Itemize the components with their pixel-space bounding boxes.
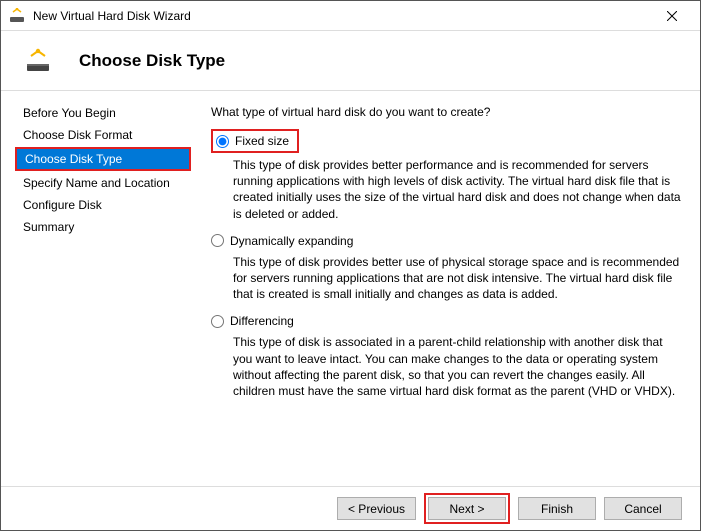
radio-row[interactable]: Differencing (211, 312, 682, 330)
content: Before You BeginChoose Disk FormatChoose… (1, 91, 700, 486)
option-label: Fixed size (235, 134, 289, 148)
app-icon (9, 8, 25, 24)
cancel-button[interactable]: Cancel (604, 497, 682, 520)
titlebar: New Virtual Hard Disk Wizard (1, 1, 700, 31)
wizard-icon (25, 48, 51, 74)
sidebar: Before You BeginChoose Disk FormatChoose… (1, 91, 191, 486)
radio-input[interactable] (211, 315, 224, 328)
next-button[interactable]: Next > (428, 497, 506, 520)
option-description: This type of disk provides better use of… (233, 254, 682, 303)
option-description: This type of disk is associated in a par… (233, 334, 682, 399)
window-title: New Virtual Hard Disk Wizard (33, 9, 652, 23)
disk-type-option: Differencing This type of disk is associa… (211, 312, 682, 399)
disk-type-option: Fixed size This type of disk provides bet… (211, 129, 682, 222)
option-label: Dynamically expanding (230, 234, 353, 248)
sidebar-step[interactable]: Choose Disk Format (15, 125, 191, 145)
footer: < Previous Next > Finish Cancel (1, 486, 700, 530)
sidebar-step[interactable]: Before You Begin (15, 103, 191, 123)
previous-button[interactable]: < Previous (337, 497, 416, 520)
option-description: This type of disk provides better perfor… (233, 157, 682, 222)
sidebar-step[interactable]: Summary (15, 217, 191, 237)
question-text: What type of virtual hard disk do you wa… (211, 105, 682, 119)
close-button[interactable] (652, 1, 692, 31)
finish-button[interactable]: Finish (518, 497, 596, 520)
sidebar-step[interactable]: Choose Disk Type (15, 147, 191, 171)
page-title: Choose Disk Type (79, 51, 225, 71)
option-label: Differencing (230, 314, 294, 328)
close-icon (667, 11, 677, 21)
header: Choose Disk Type (1, 31, 700, 91)
disk-type-option: Dynamically expanding This type of disk p… (211, 232, 682, 303)
radio-input[interactable] (216, 135, 229, 148)
main-panel: What type of virtual hard disk do you wa… (191, 91, 700, 486)
radio-row[interactable]: Fixed size (211, 129, 299, 153)
sidebar-step[interactable]: Configure Disk (15, 195, 191, 215)
sidebar-step[interactable]: Specify Name and Location (15, 173, 191, 193)
radio-row[interactable]: Dynamically expanding (211, 232, 682, 250)
radio-input[interactable] (211, 234, 224, 247)
